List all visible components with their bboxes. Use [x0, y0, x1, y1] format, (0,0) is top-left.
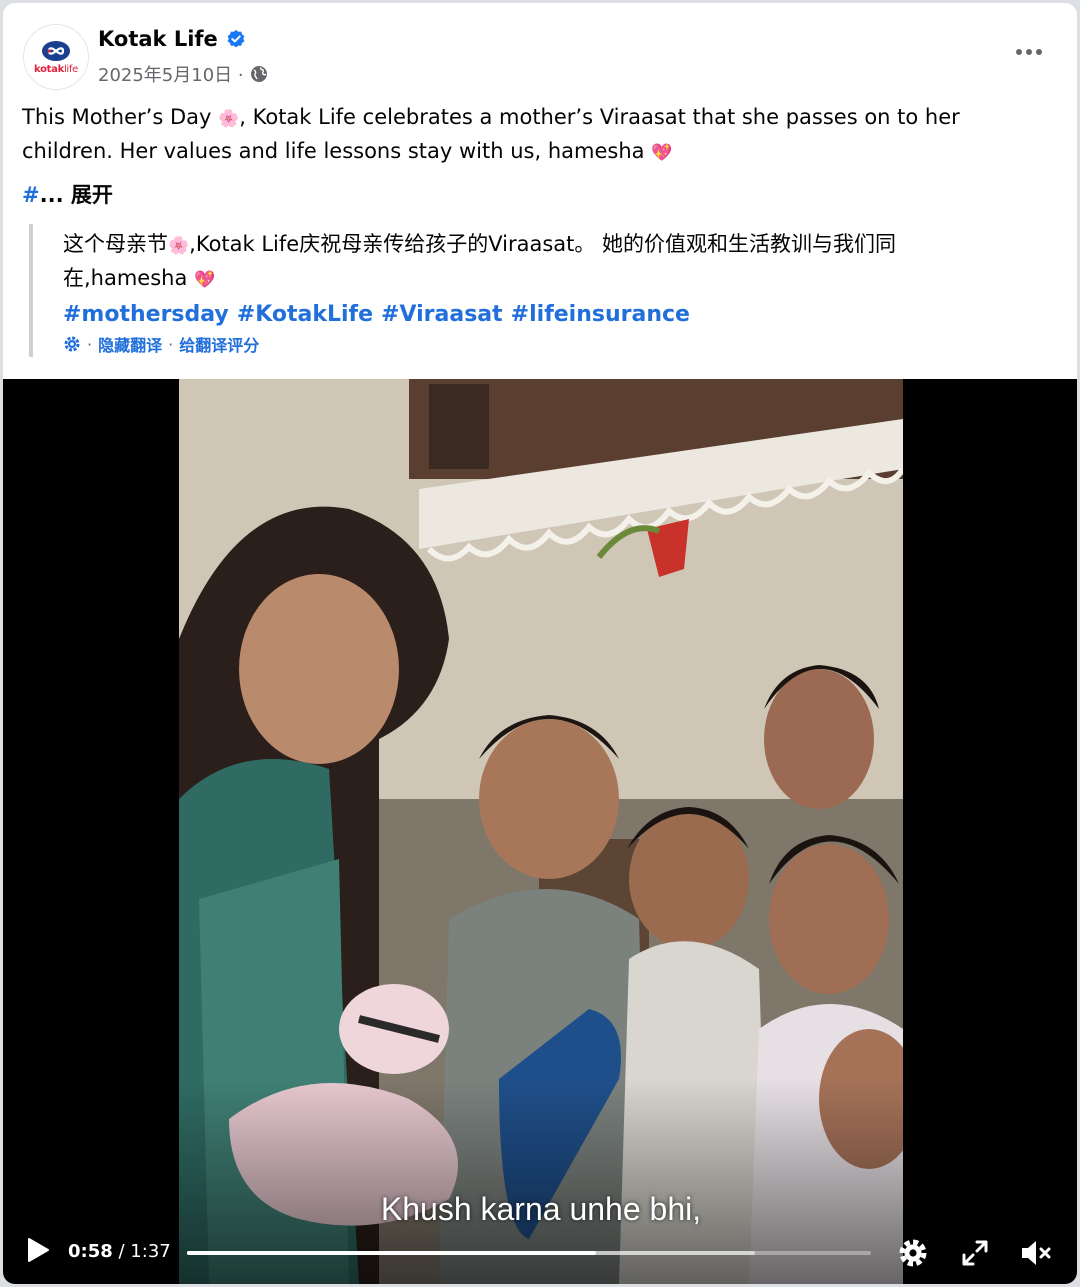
- separator: ·: [168, 334, 174, 354]
- volume-muted-icon[interactable]: [1018, 1236, 1052, 1270]
- see-more-button[interactable]: ... 展开: [40, 183, 113, 207]
- translation-block: 这个母亲节🌸,Kotak Life庆祝母亲传给孩子的Viraasat。 她的价值…: [29, 224, 1033, 357]
- gear-icon[interactable]: [896, 1236, 930, 1270]
- more-horizontal-icon: [1016, 49, 1022, 55]
- page-avatar[interactable]: kotaklife: [23, 24, 89, 90]
- rate-translation-link[interactable]: 给翻译评分: [179, 332, 259, 356]
- more-options-button[interactable]: [1011, 37, 1047, 67]
- hashtag-link[interactable]: #lifeinsurance: [511, 302, 690, 327]
- video-frame[interactable]: Khush karna unhe bhi,: [179, 379, 903, 1284]
- post-text-line: children. Her values and life lessons st…: [22, 139, 673, 163]
- see-more-row: #... 展开: [22, 179, 113, 209]
- kotak-logo-text: kotaklife: [34, 63, 78, 75]
- kotak-logo-icon: [42, 40, 70, 61]
- time-display: 0:58 / 1:37: [68, 1241, 171, 1262]
- cherry-blossom-emoji: 🌸: [218, 109, 240, 129]
- translation-actions: · 隐藏翻译 · 给翻译评分: [63, 332, 259, 356]
- more-dot: [1036, 49, 1042, 55]
- facebook-post-card: kotaklife Kotak Life 2025年5月10日 · This M…: [3, 3, 1077, 1284]
- video-still-image: [179, 379, 903, 1284]
- hashtag-link[interactable]: #: [22, 183, 40, 207]
- post-text: This Mother’s Day 🌸, Kotak Life celebrat…: [22, 101, 1022, 169]
- verified-badge-icon: [227, 30, 245, 48]
- current-time: 0:58: [68, 1241, 113, 1262]
- time-separator: /: [112, 1241, 131, 1262]
- video-player[interactable]: Khush karna unhe bhi, 0:58 / 1:37: [3, 379, 1077, 1284]
- hashtag-list: #mothersday #KotakLife #Viraasat #lifein…: [63, 302, 690, 327]
- duration: 1:37: [130, 1241, 171, 1262]
- sparkling-heart-emoji: 💖: [194, 270, 216, 290]
- post-date[interactable]: 2025年5月10日 ·: [98, 61, 244, 87]
- progress-bar[interactable]: [187, 1251, 871, 1255]
- fullscreen-icon[interactable]: [958, 1236, 992, 1270]
- video-controls: 0:58 / 1:37: [3, 1224, 1077, 1284]
- separator: ·: [87, 334, 93, 354]
- sparkling-heart-emoji: 💖: [651, 143, 673, 163]
- play-icon[interactable]: [25, 1236, 51, 1264]
- hide-translation-link[interactable]: 隐藏翻译: [98, 332, 162, 356]
- cherry-blossom-emoji: 🌸: [168, 236, 190, 256]
- progress-fill: [187, 1251, 597, 1255]
- gear-icon[interactable]: [63, 335, 81, 353]
- globe-icon: [250, 66, 267, 82]
- hashtag-link[interactable]: #KotakLife: [237, 302, 373, 327]
- hashtag-link[interactable]: #Viraasat: [381, 302, 503, 327]
- page-name-row: Kotak Life: [98, 27, 246, 51]
- post-text-line: This Mother’s Day 🌸, Kotak Life celebrat…: [22, 105, 960, 129]
- video-caption: Khush karna unhe bhi,: [380, 1191, 702, 1227]
- more-dot: [1026, 49, 1032, 55]
- translated-text: 这个母亲节🌸,Kotak Life庆祝母亲传给孩子的Viraasat。 她的价值…: [63, 232, 897, 290]
- page-name-link[interactable]: Kotak Life: [98, 27, 218, 51]
- hashtag-link[interactable]: #mothersday: [63, 302, 229, 327]
- post-meta: 2025年5月10日 ·: [98, 61, 268, 87]
